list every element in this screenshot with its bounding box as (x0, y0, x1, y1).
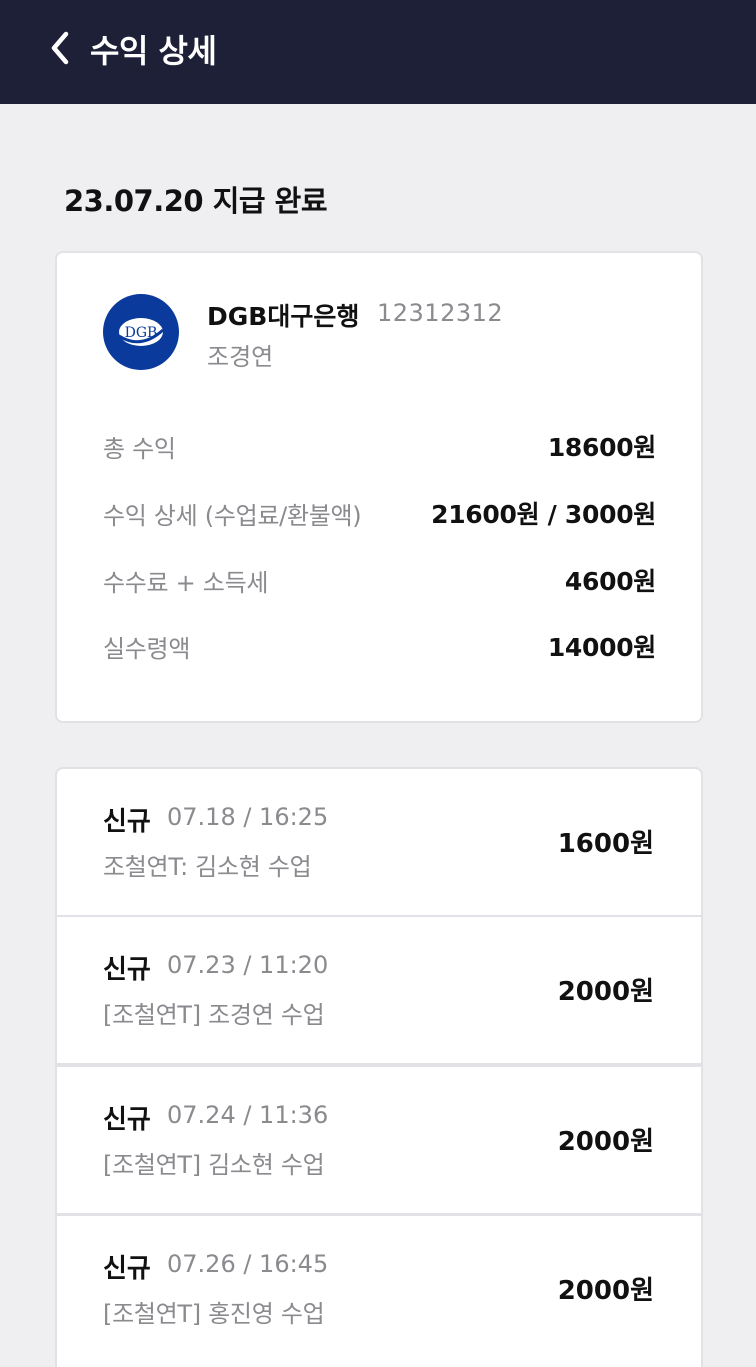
summary-row-net: 실수령액 14000원 (103, 626, 656, 666)
app-header: 수익 상세 (0, 0, 756, 104)
svg-text:DGB: DGB (125, 325, 158, 341)
transaction-description: [조철연T] 홍진영 수업 (103, 1300, 325, 1328)
transaction-description: [조철연T] 조경연 수업 (103, 1001, 325, 1029)
payout-summary-card: DGB DGB대구은행 12312312 조경연 총 수익 18600원 수익 … (55, 251, 703, 723)
payout-date-status: 23.07.20 지급 완료 (64, 184, 328, 218)
transaction-item[interactable]: 신규 07.26 / 16:45 [조철연T] 홍진영 수업 2000원 (55, 1214, 703, 1367)
summary-label: 수익 상세 (수업료/환불액) (103, 501, 362, 530)
chevron-left-icon (51, 31, 69, 65)
transaction-time: 07.18 / 16:25 (167, 803, 329, 831)
transaction-time: 07.23 / 11:20 (167, 951, 329, 979)
bank-account-number: 12312312 (377, 299, 504, 327)
transaction-item[interactable]: 신규 07.23 / 11:20 [조철연T] 조경연 수업 2000원 (55, 915, 703, 1065)
transaction-description: [조철연T] 김소현 수업 (103, 1151, 325, 1179)
summary-label: 총 수익 (103, 434, 176, 463)
summary-row-total: 총 수익 18600원 (103, 426, 656, 466)
summary-value: 18600원 (547, 433, 656, 462)
back-button[interactable] (40, 28, 80, 68)
transaction-time: 07.24 / 11:36 (167, 1101, 329, 1129)
bank-logo-icon: DGB (103, 294, 179, 370)
transaction-type-badge: 신규 (103, 1254, 151, 1284)
transaction-type-badge: 신규 (103, 1105, 151, 1135)
bank-name: DGB대구은행 (207, 302, 360, 331)
account-holder: 조경연 (207, 343, 274, 371)
transaction-item[interactable]: 신규 07.18 / 16:25 조철연T: 김소현 수업 1600원 (55, 767, 703, 917)
transaction-time: 07.26 / 16:45 (167, 1250, 329, 1278)
summary-row-fees: 수수료 + 소득세 4600원 (103, 560, 656, 600)
transaction-type-badge: 신규 (103, 955, 151, 985)
summary-value: 4600원 (564, 567, 656, 596)
transaction-description: 조철연T: 김소현 수업 (103, 853, 312, 881)
summary-value: 14000원 (547, 633, 656, 662)
page-title: 수익 상세 (90, 32, 217, 70)
transaction-amount: 2000원 (557, 1276, 654, 1306)
summary-row-detail: 수익 상세 (수업료/환불액) 21600원 / 3000원 (103, 493, 656, 533)
transaction-amount: 1600원 (557, 829, 654, 859)
summary-value: 21600원 / 3000원 (431, 500, 656, 529)
summary-label: 수수료 + 소득세 (103, 568, 269, 597)
transaction-item[interactable]: 신규 07.24 / 11:36 [조철연T] 김소현 수업 2000원 (55, 1065, 703, 1215)
transaction-amount: 2000원 (557, 1127, 654, 1157)
transaction-amount: 2000원 (557, 977, 654, 1007)
summary-label: 실수령액 (103, 634, 191, 663)
transaction-type-badge: 신규 (103, 807, 151, 837)
